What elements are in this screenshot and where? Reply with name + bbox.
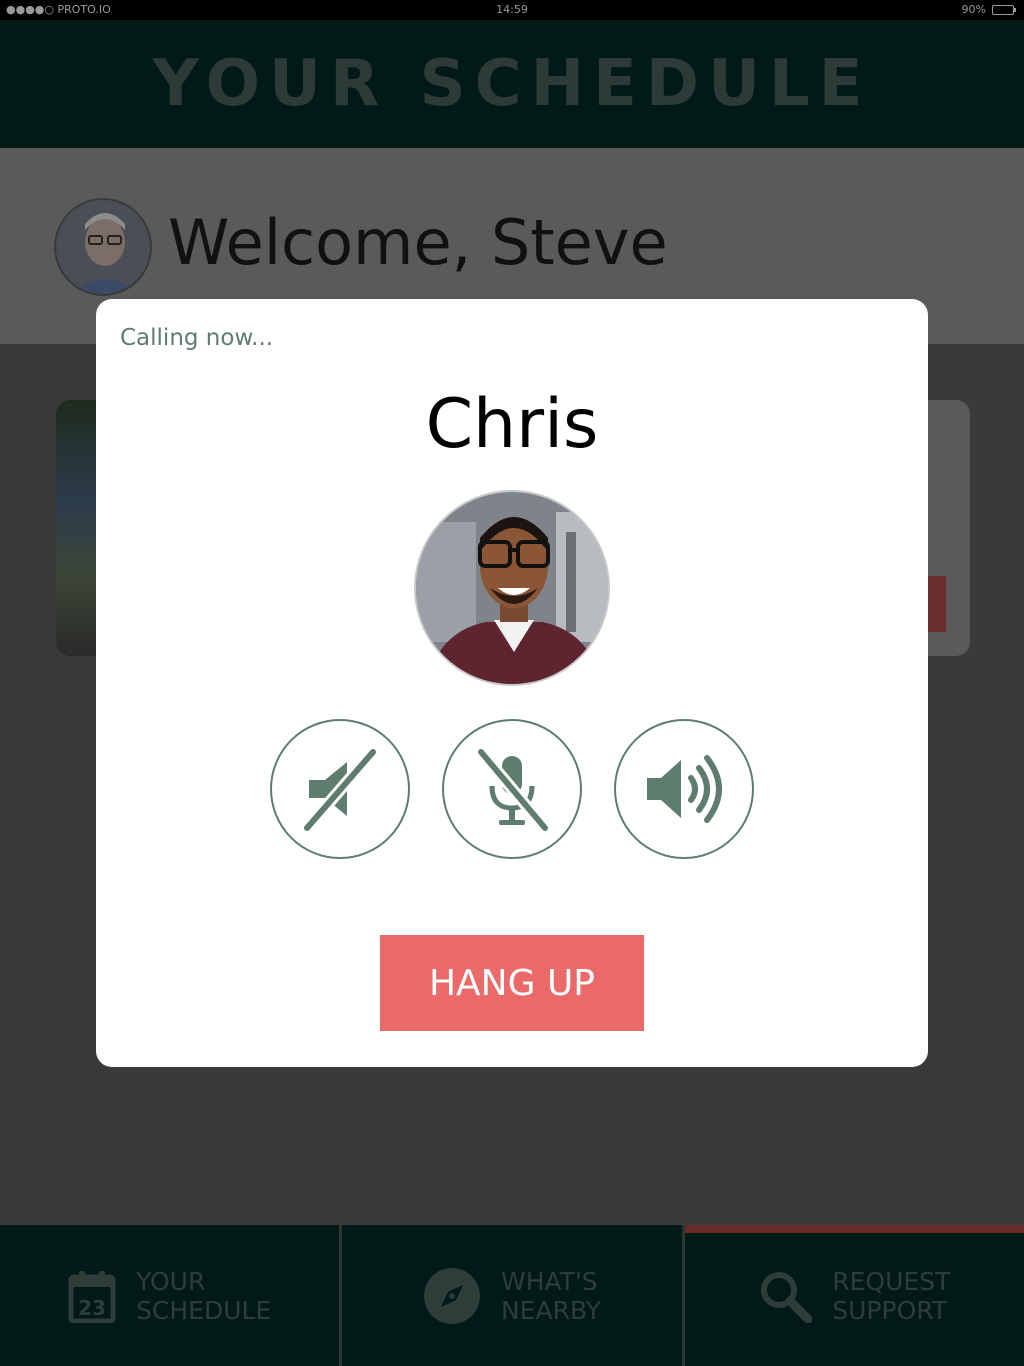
speaker-mute-icon [301,746,379,834]
callee-avatar-image [416,492,608,684]
mic-mute-icon [475,746,551,834]
page-header: YOUR SCHEDULE [0,20,1024,148]
hang-up-button[interactable]: HANG UP [380,935,644,1031]
user-avatar-image [56,200,150,294]
welcome-text: Welcome, Steve [168,206,668,279]
mic-mute-button[interactable] [442,719,582,859]
compass-icon [423,1267,480,1324]
nav-whats-nearby[interactable]: WHAT'S NEARBY [339,1225,681,1366]
page-title: YOUR SCHEDULE [152,47,872,121]
calendar-day: 23 [78,1296,106,1320]
clock: 14:59 [496,3,528,16]
nav-label-line: SUPPORT [832,1295,948,1325]
nav-label-line: WHAT'S [500,1266,598,1296]
battery-indicator: 90% [961,3,1016,16]
nav-label-line: YOUR [136,1266,206,1296]
status-bar: ●●●●○ PROTO.IO 14:59 90% [0,0,1024,20]
search-icon [761,1271,813,1323]
speaker-icon [647,755,722,823]
nav-request-support[interactable]: REQUEST SUPPORT [681,1225,1024,1366]
nav-your-schedule[interactable]: 23 YOUR SCHEDULE [0,1225,339,1366]
callee-name: Chris [425,385,599,464]
nav-label: YOUR SCHEDULE [136,1267,271,1325]
speaker-button[interactable] [614,719,754,859]
call-dialog: Calling now... Chris HANG UP [96,299,928,1067]
battery-percent: 90% [961,3,986,16]
calendar-icon: 23 [68,1270,116,1323]
nav-label-line: REQUEST [832,1266,951,1296]
nav-label-line: NEARBY [500,1295,601,1325]
callee-avatar [414,490,610,686]
nav-label-line: SCHEDULE [136,1295,272,1325]
call-status: Calling now... [120,325,274,351]
user-avatar [54,198,152,296]
nav-label: WHAT'S NEARBY [501,1267,601,1325]
battery-icon [992,4,1016,15]
speaker-mute-button[interactable] [270,719,410,859]
nav-label: REQUEST SUPPORT [832,1267,950,1325]
bottom-nav: 23 YOUR SCHEDULE WHAT'S NEARBY REQUEST S… [0,1225,1024,1366]
